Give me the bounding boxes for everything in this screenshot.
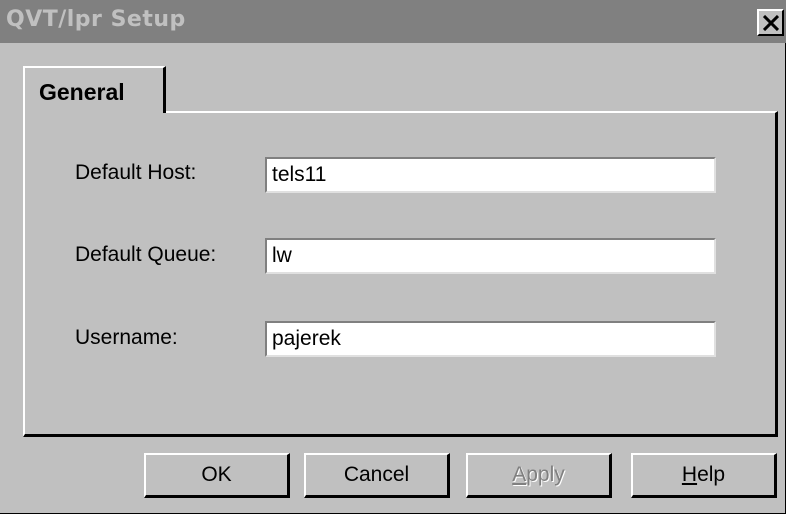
ok-button[interactable]: OK (144, 453, 290, 498)
setup-dialog: QVT/lpr Setup General Default Host: Defa… (0, 0, 786, 514)
close-icon (763, 15, 779, 31)
cancel-button-label: Cancel (343, 463, 410, 486)
cancel-button[interactable]: Cancel (304, 453, 450, 498)
help-button-label: elp (697, 463, 726, 486)
tab-general-label: General (39, 79, 125, 105)
apply-button-label: pply (526, 463, 565, 486)
tab-general[interactable]: General (23, 66, 166, 113)
close-button[interactable] (757, 9, 784, 36)
general-tab-panel: Default Host: Default Queue: Username: (23, 111, 778, 437)
help-mnemonic: H (681, 463, 698, 486)
default-queue-label: Default Queue: (75, 243, 217, 266)
title-bar[interactable]: QVT/lpr Setup (0, 0, 786, 43)
apply-mnemonic: A (512, 463, 527, 486)
default-host-label: Default Host: (75, 161, 197, 184)
default-queue-input[interactable] (265, 238, 716, 274)
username-input[interactable] (265, 321, 716, 357)
ok-button-label: OK (201, 463, 232, 486)
apply-button[interactable]: Apply (466, 453, 612, 498)
default-host-input[interactable] (265, 157, 716, 193)
username-label: Username: (75, 326, 178, 349)
help-button[interactable]: Help (631, 453, 777, 498)
window-title: QVT/lpr Setup (6, 7, 186, 32)
